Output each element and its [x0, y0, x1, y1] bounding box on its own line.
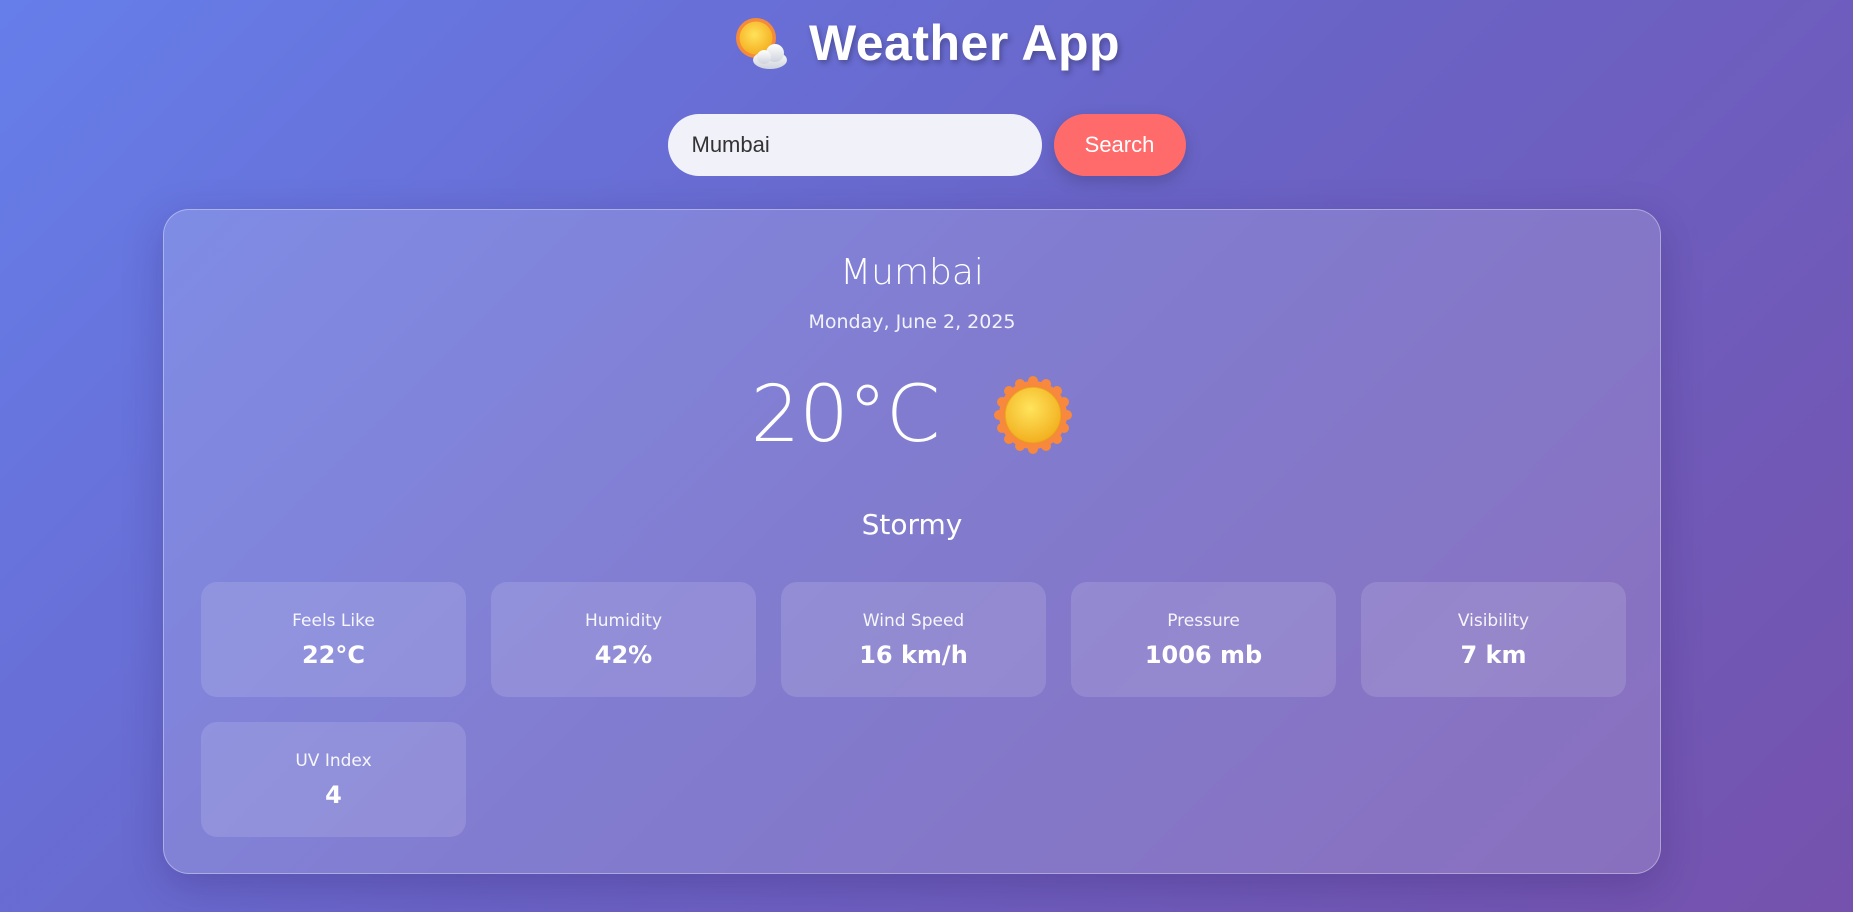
- stat-label: Humidity: [584, 610, 663, 631]
- stat-label: Pressure: [1167, 610, 1240, 631]
- sun-behind-cloud-icon: [733, 14, 791, 72]
- stat-humidity: Humidity 42%: [491, 582, 756, 697]
- stat-value: 22°C: [301, 640, 365, 669]
- stat-uv-index: UV Index 4: [201, 722, 466, 837]
- stat-value: 42%: [594, 640, 653, 669]
- stat-label: Wind Speed: [862, 610, 965, 631]
- stat-value: 7 km: [1460, 640, 1527, 669]
- stat-wind-speed: Wind Speed 16 km/h: [781, 582, 1046, 697]
- app-title: Weather App: [808, 15, 1121, 71]
- search-input[interactable]: [667, 114, 1042, 176]
- weather-card: Mumbai Monday, June 2, 2025 20°C Stormy …: [163, 209, 1661, 874]
- stat-label: UV Index: [295, 750, 372, 771]
- stat-pressure: Pressure 1006 mb: [1071, 582, 1336, 697]
- stat-label: Visibility: [1457, 610, 1530, 631]
- city-name: Mumbai: [840, 252, 984, 293]
- search-button[interactable]: Search: [1053, 114, 1186, 176]
- stat-value: 16 km/h: [859, 640, 968, 669]
- temperature-value: 20°C: [750, 370, 941, 460]
- stat-visibility: Visibility 7 km: [1361, 582, 1626, 697]
- app-header: Weather App: [0, 14, 1853, 72]
- weather-condition: Stormy: [861, 508, 963, 541]
- temperature-row: 20°C: [164, 370, 1660, 460]
- current-date: Monday, June 2, 2025: [808, 311, 1016, 333]
- search-bar: Search: [0, 114, 1853, 176]
- stat-value: 4: [325, 780, 342, 809]
- weather-stats: Feels Like 22°C Humidity 42% Wind Speed …: [201, 582, 1626, 837]
- stat-feels-like: Feels Like 22°C: [201, 582, 466, 697]
- stat-value: 1006 mb: [1144, 640, 1263, 669]
- sun-icon: [993, 375, 1073, 455]
- stat-label: Feels Like: [292, 610, 375, 631]
